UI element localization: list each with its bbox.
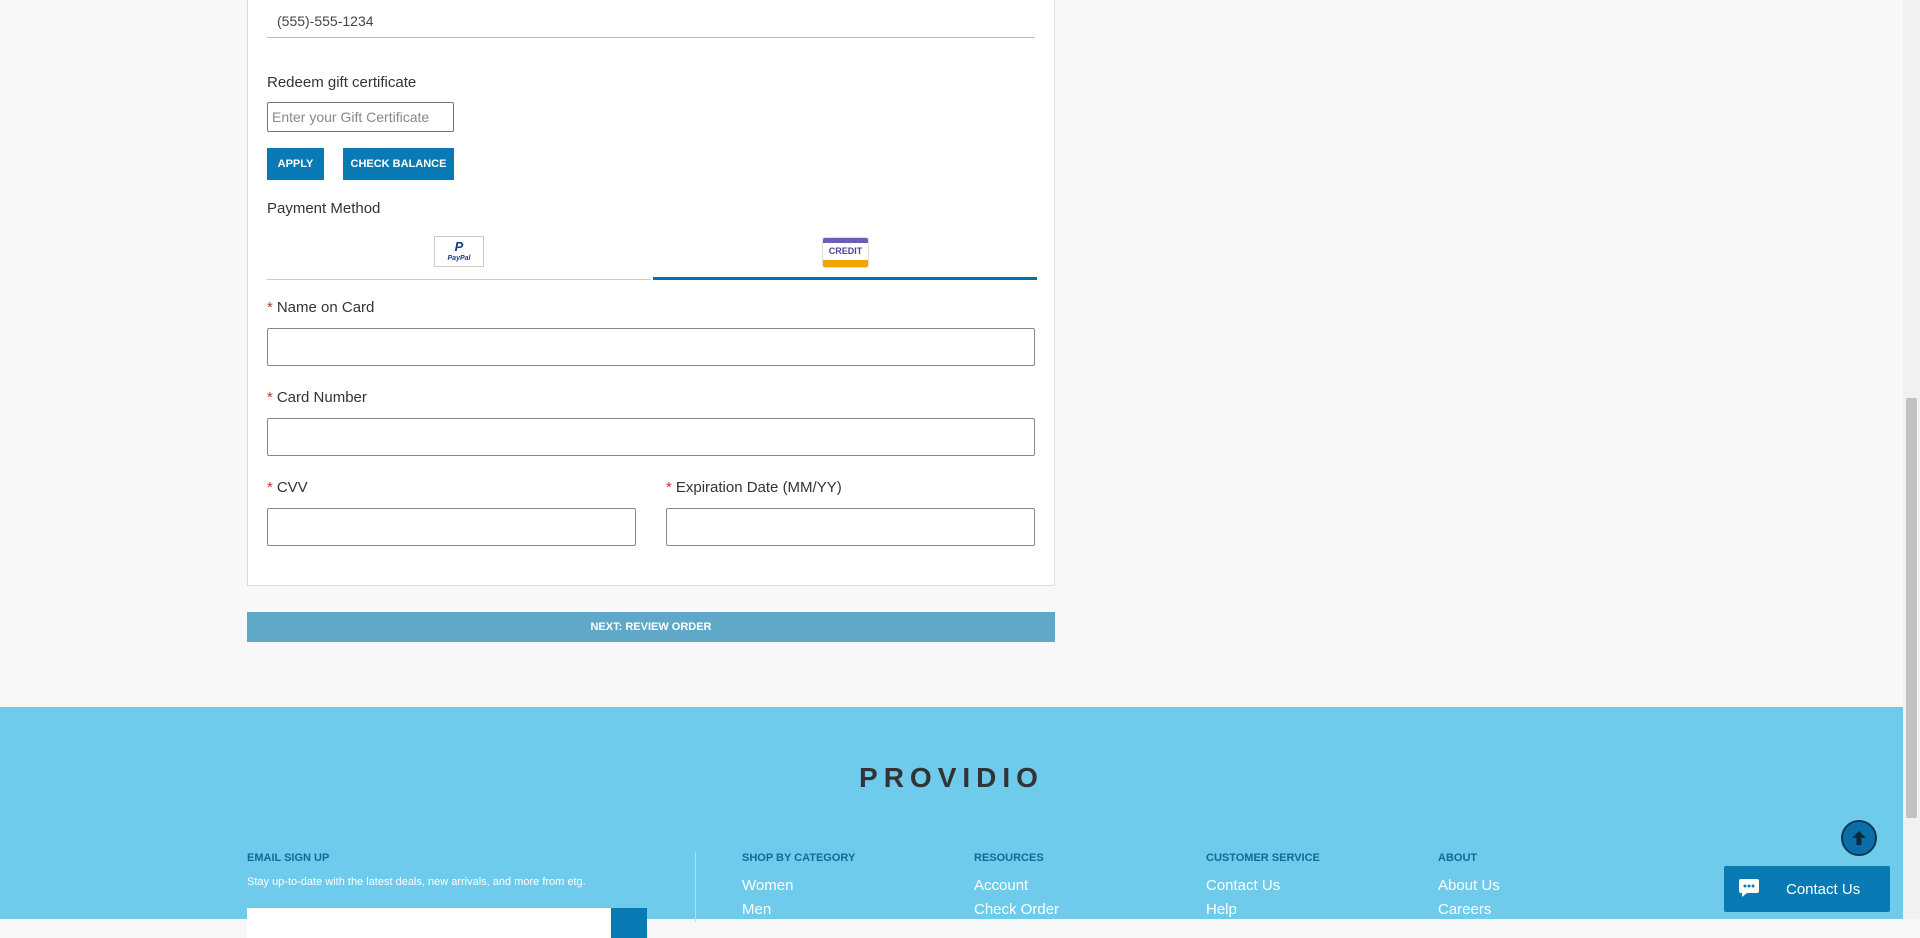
required-marker: * (267, 299, 273, 316)
cvv-label: * CVV (267, 479, 308, 496)
scroll-to-top-button[interactable] (1841, 820, 1877, 856)
credit-card-logo: CREDIT (822, 237, 869, 268)
card-number-label: * Card Number (267, 389, 367, 406)
gift-certificate-label: Redeem gift certificate (267, 74, 417, 91)
footer-link-careers[interactable]: Careers (1438, 901, 1491, 918)
phone-field[interactable]: (555)-555-1234 (267, 0, 1035, 38)
footer-link-men[interactable]: Men (742, 901, 771, 918)
footer-link-help[interactable]: Help (1206, 901, 1237, 918)
credit-logo-text: CREDIT (828, 246, 863, 256)
card-number-text: Card Number (276, 389, 367, 406)
card-number-input[interactable] (267, 418, 1035, 456)
gift-certificate-input[interactable] (267, 102, 454, 132)
expiration-date-input[interactable] (666, 508, 1035, 546)
footer-divider (695, 852, 696, 922)
email-submit-button[interactable] (611, 908, 647, 938)
payment-method-tabs: P PayPal CREDIT (267, 230, 1037, 280)
tab-paypal[interactable]: P PayPal (267, 230, 651, 280)
expiration-date-label: * Expiration Date (MM/YY) (666, 479, 842, 496)
paypal-logo-letter: P (454, 239, 464, 254)
checkout-page: (555)-555-1234 Redeem gift certificate A… (0, 0, 1903, 938)
next-review-order-button[interactable]: NEXT: REVIEW ORDER (247, 612, 1055, 642)
email-signup-input[interactable] (247, 908, 611, 938)
footer-link-contact-us[interactable]: Contact Us (1206, 877, 1280, 894)
required-marker: * (267, 479, 273, 496)
payment-method-label: Payment Method (267, 200, 381, 217)
paypal-logo: P PayPal (434, 236, 484, 267)
arrow-up-circle-icon (1852, 831, 1866, 845)
footer-heading-resources: RESOURCES (974, 852, 1044, 864)
footer-link-women[interactable]: Women (742, 877, 793, 894)
apply-button[interactable]: APPLY (267, 148, 324, 180)
name-on-card-label: * Name on Card (267, 299, 374, 316)
site-footer: PROVIDIO EMAIL SIGN UP Stay up-to-date w… (0, 707, 1903, 938)
footer-brand-logo: PROVIDIO (859, 762, 1044, 793)
paypal-logo-text: PayPal (447, 255, 471, 262)
chat-bubble-icon (1739, 879, 1759, 897)
scrollbar-thumb[interactable] (1906, 398, 1917, 818)
footer-link-about-us[interactable]: About Us (1438, 877, 1500, 894)
footer-heading-customer-service: CUSTOMER SERVICE (1206, 852, 1320, 864)
expiration-date-text: Expiration Date (MM/YY) (675, 479, 842, 496)
required-marker: * (666, 479, 672, 496)
name-on-card-input[interactable] (267, 328, 1035, 366)
cvv-input[interactable] (267, 508, 636, 546)
email-signup-heading: EMAIL SIGN UP (247, 852, 330, 864)
cvv-text: CVV (276, 479, 308, 496)
name-on-card-text: Name on Card (276, 299, 375, 316)
check-balance-button[interactable]: CHECK BALANCE (343, 148, 454, 180)
email-signup-text: Stay up-to-date with the latest deals, n… (247, 876, 586, 888)
footer-heading-shop-by-category: SHOP BY CATEGORY (742, 852, 856, 864)
page-scrollbar[interactable] (1903, 0, 1920, 919)
tab-credit[interactable]: CREDIT (653, 230, 1037, 280)
phone-value: (555)-555-1234 (277, 13, 374, 29)
footer-heading-about: ABOUT (1438, 852, 1478, 864)
chat-label: Contact Us (1786, 881, 1861, 898)
required-marker: * (267, 389, 273, 406)
chat-contact-button[interactable]: Contact Us (1724, 866, 1890, 912)
footer-link-check-order[interactable]: Check Order (974, 901, 1059, 918)
footer-link-account[interactable]: Account (974, 877, 1028, 894)
